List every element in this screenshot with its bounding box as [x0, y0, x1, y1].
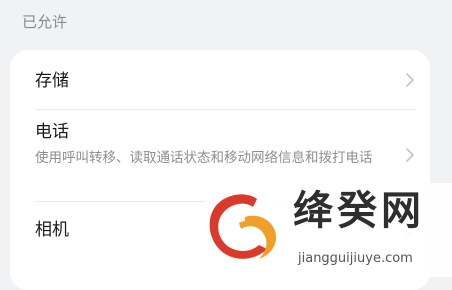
- watermark-brand-text: 绛癸网: [293, 187, 425, 234]
- permission-label: 电话: [35, 122, 69, 142]
- permission-label: 相机: [35, 220, 69, 240]
- permission-settings-screen: { "section": { "title": "已允许" }, "permis…: [0, 0, 452, 290]
- permission-description: 使用呼叫转移、读取通话状态和移动网络信息和拨打电话: [35, 150, 373, 166]
- section-title-allowed: 已允许: [22, 13, 68, 31]
- permission-label: 存储: [35, 71, 69, 91]
- chevron-right-icon: [406, 148, 414, 162]
- watermark: 绛癸网 jiangguijiuye.com: [205, 183, 452, 277]
- watermark-url: jiangguijiuye.com: [298, 251, 413, 266]
- chevron-right-icon: [406, 73, 414, 87]
- brand-logo-icon: [209, 194, 277, 259]
- permission-row-storage[interactable]: 存储: [10, 50, 430, 108]
